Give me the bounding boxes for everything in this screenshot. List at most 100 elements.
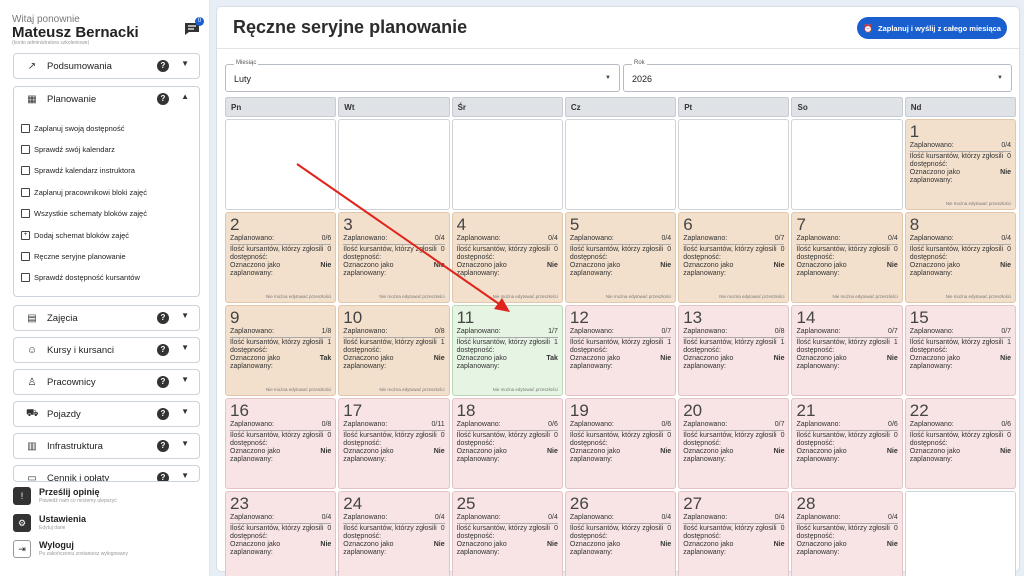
month-select[interactable]: Miesiąc Luty ▼ <box>225 60 620 92</box>
sidebar-item-reczne-planowanie[interactable]: Ręczne seryjne planowanie <box>21 252 126 261</box>
chevron-down-icon[interactable]: ▼ <box>181 311 189 320</box>
marked-value: Nie <box>433 262 445 269</box>
calendar-day-cell[interactable]: 8 Zaplanowano: 0/4 Ilość kursantów, którzy … <box>904 212 1017 303</box>
planned-label: Zaplanowano: <box>456 514 501 521</box>
calendar-day-cell[interactable]: 6 Zaplanowano: 0/7 Ilość kursantów, którzy … <box>678 212 790 303</box>
calendar-empty-cell[interactable] <box>225 119 337 210</box>
nav-pojazdy[interactable]: ⛟ Pojazdy? ▼ <box>13 401 200 427</box>
planned-value: 0/6 <box>1001 421 1012 428</box>
calendar-day-cell[interactable]: 25 Zaplanowano: 0/4 Ilość kursantów, którzy… <box>451 491 563 576</box>
calendar-day-cell[interactable]: 21 Zaplanowano: 0/6 Ilość kursantów, którzy… <box>791 398 903 489</box>
planned-label: Zaplanowano: <box>569 421 614 428</box>
sidebar-item-dostepnosc-kursantow[interactable]: Sprawdź dostępność kursantów <box>21 273 140 282</box>
marked-value: Nie <box>886 448 898 455</box>
students-value: 0 <box>667 432 672 439</box>
nav-pracownicy[interactable]: ♙ Pracownicy? ▼ <box>13 369 200 395</box>
calendar-day-cell[interactable]: 4 Zaplanowano: 0/4 Ilość kursantów, którzy … <box>451 212 563 303</box>
help-icon[interactable]: ? <box>157 472 169 481</box>
calendar-day-cell[interactable]: 19 Zaplanowano: 0/6 Ilość kursantów, którzy… <box>564 398 677 489</box>
chevron-down-icon[interactable]: ▼ <box>181 375 189 384</box>
chevron-down-icon[interactable]: ▼ <box>181 343 189 352</box>
sidebar-item-bloki-zajec[interactable]: Zaplanuj pracownikowi bloki zajęć <box>21 188 147 197</box>
help-icon[interactable]: ? <box>157 408 169 420</box>
calendar-day-cell[interactable]: 18 Zaplanowano: 0/6 Ilość kursantów, którzy… <box>451 398 563 489</box>
calendar-day-cell[interactable]: 5 Zaplanowano: 0/4 Ilość kursantów, którzy … <box>564 212 677 303</box>
nav-podsumowania[interactable]: ↗ Podsumowania? ▼ <box>13 53 200 79</box>
chevron-up-icon[interactable]: ▲ <box>181 92 189 101</box>
students-label: Ilość kursantów, którzy zgłosili dostępn… <box>456 432 550 447</box>
calendar-day-cell[interactable]: 9 Zaplanowano: 1/8 Ilość kursantów, którzy … <box>225 305 337 396</box>
calendar-day-cell[interactable]: 24 Zaplanowano: 0/4 Ilość kursantów, którzy… <box>338 491 450 576</box>
help-icon[interactable]: ? <box>157 312 169 324</box>
day-number: 8 <box>909 215 920 234</box>
nav-cennik[interactable]: ▭ Cennik i opłaty? ▼ <box>13 465 200 482</box>
weekday-header: Pn <box>225 97 337 117</box>
sidebar-item-kalendarz-instruktora[interactable]: Sprawdź kalendarz instruktora <box>21 166 135 175</box>
chevron-down-icon[interactable]: ▼ <box>181 407 189 416</box>
marked-label: Oznaczono jako zaplanowany: <box>796 355 847 370</box>
sidebar-item-zaplanuj-dostepnosc[interactable]: Zaplanuj swoją dostępność <box>21 124 124 133</box>
sidebar-item-dodaj-schemat[interactable]: + Dodaj schemat bloków zajęć <box>21 231 129 240</box>
settings-button[interactable]: ⚙ Ustawienia Edytuj dane <box>13 514 86 532</box>
chevron-down-icon[interactable]: ▼ <box>181 59 189 68</box>
calendar-day-cell[interactable]: 17 Zaplanowano: 0/11 Ilość kursantów, którz… <box>338 398 450 489</box>
planned-label: Zaplanowano: <box>796 328 841 335</box>
help-icon[interactable]: ? <box>157 60 169 72</box>
calendar-empty-cell[interactable] <box>791 119 903 210</box>
logout-button[interactable]: ⇥ Wyloguj Po zakończeniu zostaniesz wylog… <box>13 540 128 558</box>
calendar-day-cell[interactable]: 12 Zaplanowano: 0/7 Ilość kursantów, którzy… <box>564 305 677 396</box>
calendar-day-cell[interactable]: 10 Zaplanowano: 0/8 Ilość kursantów, którzy… <box>338 305 450 396</box>
feedback-button[interactable]: ! Prześlij opinię Powiedź nam co możemy u… <box>13 487 117 505</box>
calendar-day-cell[interactable]: 16 Zaplanowano: 0/8 Ilość kursantów, którzy… <box>225 398 337 489</box>
day-number: 11 <box>456 308 475 327</box>
logout-icon: ⇥ <box>13 540 31 558</box>
calendar-day-cell[interactable]: 28 Zaplanowano: 0/4 Ilość kursantów, którzy… <box>791 491 903 576</box>
planned-label: Zaplanowano: <box>569 514 614 521</box>
calendar-day-cell[interactable]: 14 Zaplanowano: 0/7 Ilość kursantów, którzy… <box>791 305 903 396</box>
gear-icon: ⚙ <box>13 514 31 532</box>
calendar-day-cell[interactable]: 1 Zaplanowano: 0/4 Ilość kursantów, którzy … <box>904 119 1017 210</box>
month-value: Luty <box>234 74 252 84</box>
calendar-day-cell[interactable]: 11 Zaplanowano: 1/7 Ilość kursantów, którzy… <box>451 305 563 396</box>
chevron-down-icon[interactable]: ▼ <box>181 471 189 480</box>
user-role: (konto administratora szkoleniowe) <box>12 40 90 46</box>
calendar-day-cell[interactable]: 22 Zaplanowano: 0/6 Ilość kursantów, którzy… <box>904 398 1017 489</box>
calendar-day-cell[interactable]: 15 Zaplanowano: 0/7 Ilość kursantów, którzy… <box>904 305 1017 396</box>
planned-value: 1/7 <box>548 328 558 335</box>
calendar-empty-cell[interactable] <box>678 119 790 210</box>
planned-value: 0/8 <box>434 328 445 335</box>
calendar-day-cell[interactable]: 20 Zaplanowano: 0/7 Ilość kursantów, którzy… <box>678 398 790 489</box>
plan-send-month-button[interactable]: ⏰ Zaplanuj i wyślij z całego miesiąca <box>857 17 1007 39</box>
marked-label: Oznaczono jako zaplanowany: <box>456 355 507 370</box>
calendar-day-cell[interactable]: 27 Zaplanowano: 0/4 Ilość kursantów, którzy… <box>678 491 790 576</box>
add-schema-icon: + <box>21 231 30 240</box>
marked-value: Nie <box>886 262 898 269</box>
sidebar-item-schematy[interactable]: Wszystkie schematy bloków zajęć <box>21 209 147 218</box>
planned-label: Zaplanowano: <box>456 328 501 335</box>
nav-zajecia[interactable]: ▤ Zajęcia? ▼ <box>13 305 200 331</box>
calendar-day-cell[interactable]: 26 Zaplanowano: 0/4 Ilość kursantów, którzy… <box>564 491 677 576</box>
year-select[interactable]: Rok 2026 ▼ <box>623 60 1012 92</box>
calendar-day-cell[interactable]: 3 Zaplanowano: 0/4 Ilość kursantów, którzy … <box>338 212 450 303</box>
day-number: 23 <box>230 494 249 513</box>
chevron-down-icon[interactable]: ▼ <box>181 439 189 448</box>
calendar-empty-cell[interactable] <box>564 119 677 210</box>
messages-icon[interactable]: 0 <box>184 17 204 36</box>
calendar-day-cell[interactable]: 13 Zaplanowano: 0/8 Ilość kursantów, którzy… <box>678 305 790 396</box>
help-icon[interactable]: ? <box>157 376 169 388</box>
marked-label: Oznaczono jako zaplanowany: <box>569 262 621 277</box>
sidebar-item-sprawdz-kalendarz[interactable]: Sprawdź swój kalendarz <box>21 145 115 154</box>
help-icon[interactable]: ? <box>157 344 169 356</box>
calendar-empty-cell[interactable] <box>904 491 1017 576</box>
nav-kursy[interactable]: ☺ Kursy i kursanci? ▼ <box>13 337 200 363</box>
calendar-empty-cell[interactable] <box>451 119 563 210</box>
calendar-empty-cell[interactable] <box>338 119 450 210</box>
calendar-day-cell[interactable]: 7 Zaplanowano: 0/4 Ilość kursantów, którzy … <box>791 212 903 303</box>
help-icon[interactable]: ? <box>157 440 169 452</box>
calendar-day-cell[interactable]: 2 Zaplanowano: 0/6 Ilość kursantów, którzy … <box>225 212 337 303</box>
help-icon[interactable]: ? <box>157 93 169 105</box>
building-icon: ▥ <box>27 440 37 452</box>
nav-infrastruktura[interactable]: ▥ Infrastruktura? ▼ <box>13 433 200 459</box>
students-label: Ilość kursantów, którzy zgłosili dostępn… <box>343 246 437 261</box>
calendar-day-cell[interactable]: 23 Zaplanowano: 0/4 Ilość kursantów, którzy… <box>225 491 337 576</box>
